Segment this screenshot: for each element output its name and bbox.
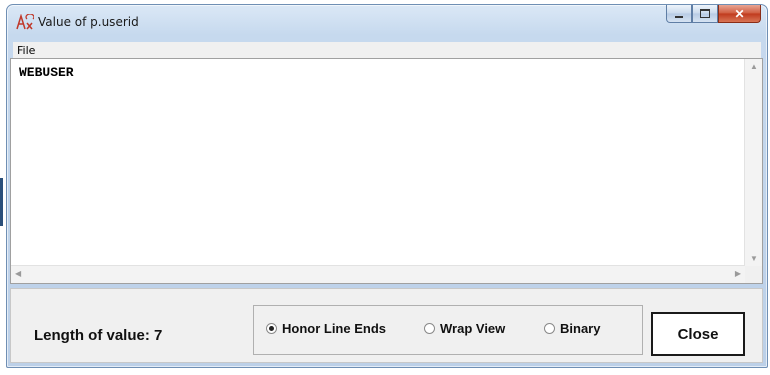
menu-file[interactable]: File [17, 44, 35, 57]
window-title: Value of p.userid [38, 15, 139, 29]
value-text[interactable]: WEBUSER [19, 65, 74, 80]
title-bar[interactable]: Value of p.userid ✕ [7, 5, 767, 37]
radio-unselected-icon[interactable] [544, 323, 555, 334]
radio-selected-icon[interactable] [266, 323, 277, 334]
scroll-down-icon[interactable]: ▼ [750, 254, 758, 263]
maximize-icon [700, 9, 710, 18]
minimize-icon [675, 15, 683, 18]
close-icon: ✕ [734, 6, 745, 21]
scroll-up-icon[interactable]: ▲ [750, 62, 758, 71]
footer-panel: Length of value: 7 Honor Line Ends Wrap … [10, 288, 763, 363]
scroll-left-icon[interactable]: ◀ [15, 269, 21, 278]
scroll-right-icon[interactable]: ▶ [735, 269, 741, 278]
length-label: Length of value: 7 [34, 327, 163, 344]
radio-binary[interactable]: Binary [544, 321, 600, 336]
value-text-area[interactable]: WEBUSER ▲ ▼ ◀ ▶ [10, 58, 763, 284]
close-window-button[interactable]: ✕ [718, 5, 761, 23]
radio-label: Honor Line Ends [282, 321, 386, 336]
vertical-scrollbar[interactable]: ▲ ▼ [744, 59, 762, 266]
view-mode-group: Honor Line Ends Wrap View Binary [253, 305, 643, 355]
radio-honor-line-ends[interactable]: Honor Line Ends [266, 321, 386, 336]
radio-wrap-view[interactable]: Wrap View [424, 321, 505, 336]
caption-buttons: ✕ [666, 5, 761, 25]
close-button[interactable]: Close [651, 312, 745, 356]
horizontal-scrollbar[interactable]: ◀ ▶ [11, 265, 745, 283]
minimize-button[interactable] [666, 5, 692, 23]
radio-label: Wrap View [440, 321, 506, 336]
scrollbar-corner [745, 266, 762, 283]
maximize-button[interactable] [692, 5, 718, 23]
app-icon [16, 14, 34, 30]
radio-label: Binary [560, 321, 601, 336]
radio-unselected-icon[interactable] [424, 323, 435, 334]
background-window-edge [0, 178, 3, 226]
